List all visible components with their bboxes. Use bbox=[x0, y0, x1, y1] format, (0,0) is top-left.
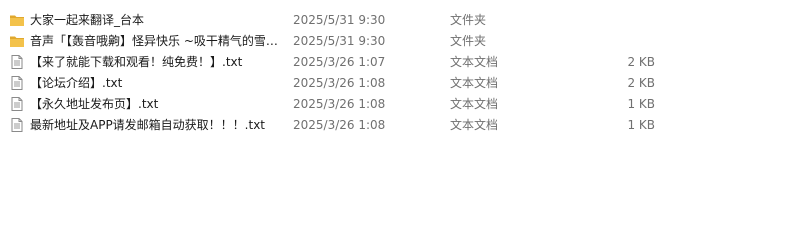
file-modified-date: 2025/3/26 1:08 bbox=[293, 97, 386, 111]
file-modified-date: 2025/3/26 1:07 bbox=[293, 55, 386, 69]
file-size: 1 KB bbox=[627, 97, 655, 111]
text-document-icon bbox=[9, 75, 25, 91]
file-list: 大家一起来翻译_台本 2025/5/31 9:30 文件夹 音声「【轰音哦齁】怪… bbox=[0, 0, 800, 240]
file-modified-date: 2025/3/26 1:08 bbox=[293, 76, 386, 90]
file-row[interactable]: 音声「【轰音哦齁】怪异快乐 ~吸干精气的雪… 2025/5/31 9:30 文件… bbox=[0, 30, 800, 52]
file-size bbox=[560, 9, 655, 31]
file-row[interactable]: 最新地址及APP请发邮箱自动获取！！！.txt 2025/3/26 1:08 文… bbox=[0, 114, 800, 136]
text-document-icon bbox=[9, 117, 25, 133]
text-document-icon bbox=[9, 96, 25, 112]
folder-icon bbox=[9, 33, 25, 49]
folder-icon bbox=[9, 12, 25, 28]
file-name: 最新地址及APP请发邮箱自动获取！！！.txt bbox=[30, 118, 266, 132]
file-name: 音声「【轰音哦齁】怪异快乐 ~吸干精气的雪… bbox=[30, 34, 278, 48]
file-row[interactable]: 大家一起来翻译_台本 2025/5/31 9:30 文件夹 bbox=[0, 9, 800, 31]
file-name: 【论坛介绍】.txt bbox=[30, 76, 123, 90]
file-name: 【来了就能下载和观看！纯免费！】.txt bbox=[30, 55, 243, 69]
file-row[interactable]: 【来了就能下载和观看！纯免费！】.txt 2025/3/26 1:07 文本文档… bbox=[0, 51, 800, 73]
file-name: 大家一起来翻译_台本 bbox=[30, 13, 145, 27]
file-modified-date: 2025/5/31 9:30 bbox=[293, 34, 386, 48]
file-modified-date: 2025/5/31 9:30 bbox=[293, 13, 386, 27]
file-row[interactable]: 【永久地址发布页】.txt 2025/3/26 1:08 文本文档 1 KB bbox=[0, 93, 800, 115]
file-size: 1 KB bbox=[627, 118, 655, 132]
file-size: 2 KB bbox=[627, 55, 655, 69]
file-name: 【永久地址发布页】.txt bbox=[30, 97, 159, 111]
file-row[interactable]: 【论坛介绍】.txt 2025/3/26 1:08 文本文档 2 KB bbox=[0, 72, 800, 94]
file-modified-date: 2025/3/26 1:08 bbox=[293, 118, 386, 132]
file-size: 2 KB bbox=[627, 76, 655, 90]
file-size bbox=[560, 30, 655, 52]
text-document-icon bbox=[9, 54, 25, 70]
